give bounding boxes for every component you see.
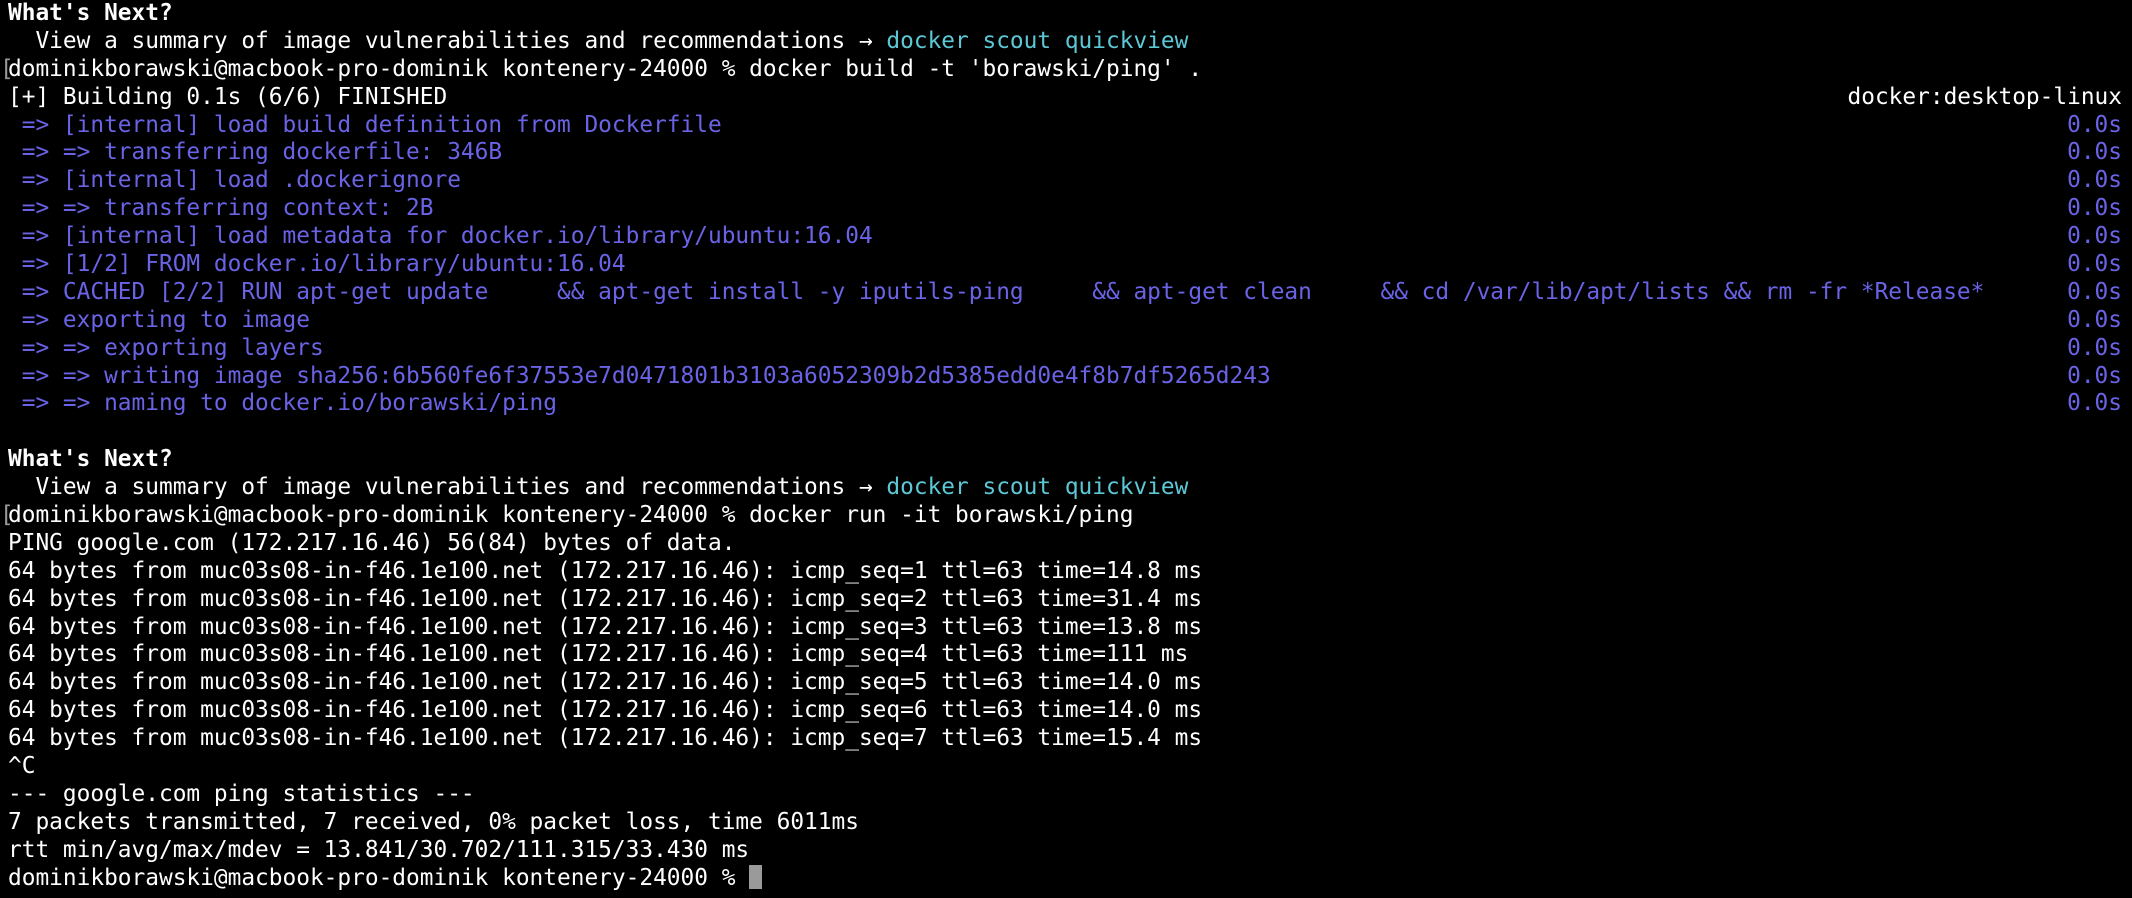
build-step-time: 0.0s <box>2067 278 2122 305</box>
hint-text: View a summary of image vulnerabilities … <box>8 474 887 501</box>
prompt-command-text: dominikborawski@macbook-pro-dominik kont… <box>8 502 1134 529</box>
output-line: rtt min/avg/max/mdev = 13.841/30.702/111… <box>8 836 750 863</box>
build-step-text: => => writing image sha256:6b560fe6f3755… <box>8 362 1271 389</box>
build-step: => => exporting layers 0.0s <box>8 335 2122 363</box>
prompt-text: dominikborawski@macbook-pro-dominik kont… <box>8 864 750 891</box>
output-line: 7 packets transmitted, 7 received, 0% pa… <box>8 808 859 835</box>
build-step: => [internal] load metadata for docker.i… <box>8 223 2122 251</box>
build-step-time: 0.0s <box>2067 306 2122 333</box>
build-step-text: => => transferring context: 2B <box>8 195 434 222</box>
build-step-text: => exporting to image <box>8 306 310 333</box>
build-step-text: => [internal] load .dockerignore <box>8 167 461 194</box>
hint-text: View a summary of image vulnerabilities … <box>8 27 887 54</box>
output-line: 64 bytes from muc03s08-in-f46.1e100.net … <box>8 585 1203 612</box>
whats-next-hint: View a summary of image vulnerabilities … <box>8 474 2122 502</box>
prompt-line-run: [dominikborawski@macbook-pro-dominik kon… <box>0 502 2122 530</box>
build-step: => [internal] load build definition from… <box>8 112 2122 140</box>
output-line: 64 bytes from muc03s08-in-f46.1e100.net … <box>8 697 1203 724</box>
build-context-label: docker:desktop-linux <box>1847 83 2123 110</box>
build-status-text: [+] Building 0.1s (6/6) FINISHED <box>8 83 448 110</box>
build-step: => [1/2] FROM docker.io/library/ubuntu:1… <box>8 251 2122 279</box>
output-line: 64 bytes from muc03s08-in-f46.1e100.net … <box>8 725 1203 752</box>
terminal-window[interactable]: What's Next? View a summary of image vul… <box>0 0 2132 898</box>
output-line: 64 bytes from muc03s08-in-f46.1e100.net … <box>8 641 1189 668</box>
build-step-text: => => exporting layers <box>8 334 324 361</box>
output-line: ^C <box>8 753 36 780</box>
prompt-command-text: dominikborawski@macbook-pro-dominik kont… <box>8 55 1203 82</box>
build-step: => => naming to docker.io/borawski/ping 0… <box>8 390 2122 418</box>
output-line: 64 bytes from muc03s08-in-f46.1e100.net … <box>8 557 1203 584</box>
prompt-mark: [ <box>0 502 14 529</box>
prompt-line-build: [dominikborawski@macbook-pro-dominik kon… <box>0 55 2122 84</box>
scout-command: docker scout quickview <box>886 27 1189 54</box>
output-line: PING google.com (172.217.16.46) 56(84) b… <box>8 529 736 556</box>
build-step-text: => [internal] load metadata for docker.i… <box>8 223 873 250</box>
output-line: --- google.com ping statistics --- <box>8 780 475 807</box>
prompt-line-current[interactable]: dominikborawski@macbook-pro-dominik kont… <box>8 864 2122 893</box>
build-step: => => transferring context: 2B 0.0s <box>8 195 2122 223</box>
build-step-text: => [1/2] FROM docker.io/library/ubuntu:1… <box>8 251 626 278</box>
build-step-time: 0.0s <box>2067 390 2122 417</box>
build-step-text: => => transferring dockerfile: 346B <box>8 139 503 166</box>
build-step: => => writing image sha256:6b560fe6f3755… <box>8 363 2122 391</box>
text-cursor <box>749 864 763 889</box>
whats-next-heading: What's Next? <box>8 0 173 26</box>
scout-command: docker scout quickview <box>886 474 1189 501</box>
build-step-time: 0.0s <box>2067 334 2122 361</box>
build-step-time: 0.0s <box>2067 111 2122 138</box>
build-step-text: => CACHED [2/2] RUN apt-get update && ap… <box>8 278 1985 305</box>
output-line: 64 bytes from muc03s08-in-f46.1e100.net … <box>8 613 1203 640</box>
build-step-time: 0.0s <box>2067 362 2122 389</box>
build-step-time: 0.0s <box>2067 223 2122 250</box>
build-step-time: 0.0s <box>2067 195 2122 222</box>
build-step-time: 0.0s <box>2067 139 2122 166</box>
build-step-text: => => naming to docker.io/borawski/ping <box>8 390 557 417</box>
build-step: => [internal] load .dockerignore 0.0s <box>8 167 2122 195</box>
build-step: => exporting to image 0.0s <box>8 307 2122 335</box>
build-step-time: 0.0s <box>2067 167 2122 194</box>
build-status-line: [+] Building 0.1s (6/6) FINISHED docker:d… <box>8 84 2122 112</box>
build-step-time: 0.0s <box>2067 251 2122 278</box>
whats-next-hint: View a summary of image vulnerabilities … <box>8 28 2122 56</box>
whats-next-heading: What's Next? <box>8 446 173 473</box>
prompt-mark: [ <box>0 55 14 82</box>
build-step-text: => [internal] load build definition from… <box>8 111 722 138</box>
output-line: 64 bytes from muc03s08-in-f46.1e100.net … <box>8 669 1203 696</box>
build-step: => CACHED [2/2] RUN apt-get update && ap… <box>8 279 2122 307</box>
build-step: => => transferring dockerfile: 346B 0.0s <box>8 139 2122 167</box>
